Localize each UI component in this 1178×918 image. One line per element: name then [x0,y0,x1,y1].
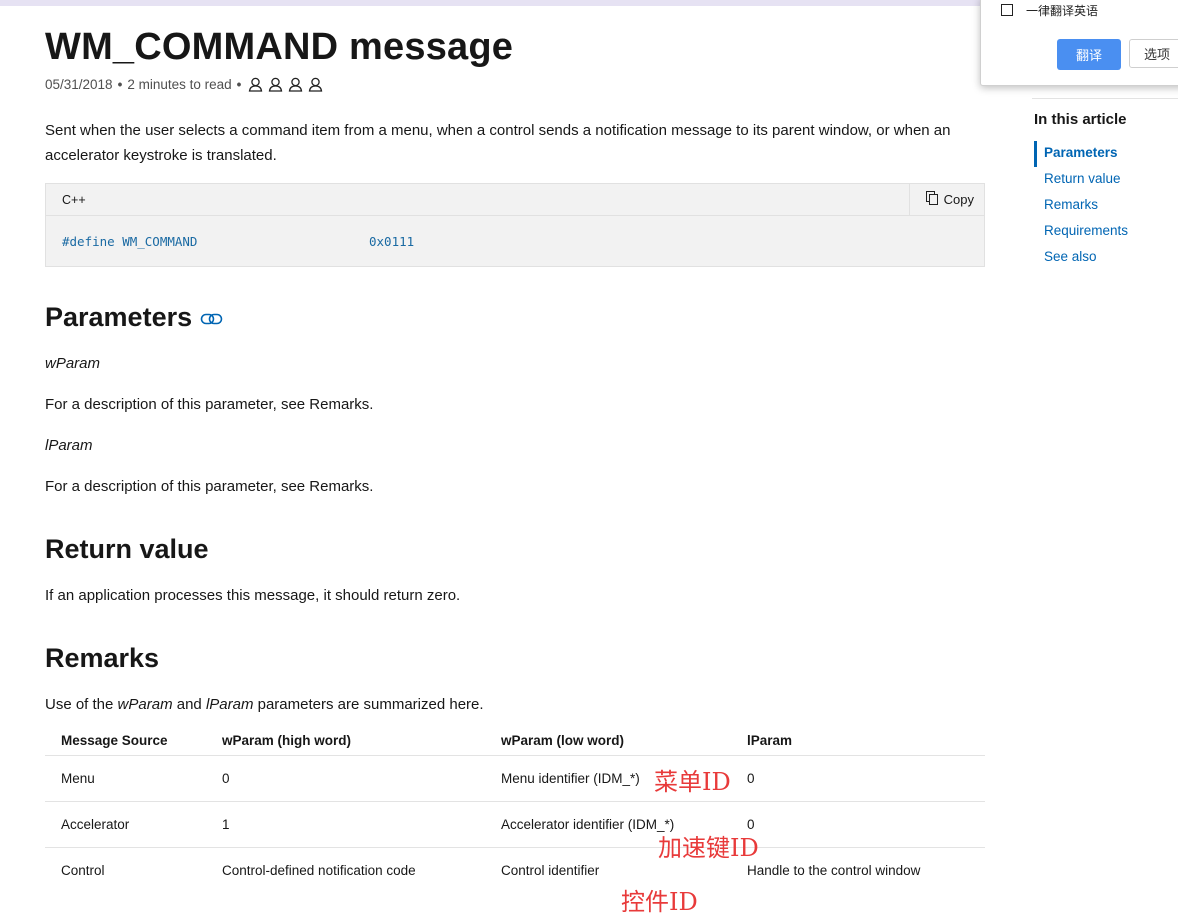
table-row: Menu 0 Menu identifier (IDM_*) 0 [45,755,985,802]
remarks-heading: Remarks [45,643,160,673]
toc-title: In this article [1034,111,1127,128]
code-language: C++ [62,192,86,207]
param-wparam-desc: For a description of this parameter, see… [45,396,374,413]
remarks-text-part: parameters are summarized here. [253,696,484,713]
options-button[interactable]: 选项 [1129,39,1178,68]
parameters-heading: Parameters [45,302,224,334]
contributors[interactable] [248,77,323,92]
always-translate-label[interactable]: 一律翻译英语 [1026,2,1098,19]
table-cell: 1 [206,801,485,848]
table-cell: 0 [731,755,985,802]
table-header-row: Message Source wParam (high word) wParam… [45,725,985,756]
table-cell: Control-defined notification code [206,847,485,893]
remarks-text-part: Use of the [45,696,118,713]
copy-button[interactable]: Copy [908,184,984,215]
copy-icon [925,191,939,208]
translate-popup: 一律翻译英语 翻译 选项 [980,0,1178,86]
table-cell: Handle to the control window [731,847,985,893]
person-outline-icon[interactable] [268,77,283,92]
meta-separator: • [236,77,242,92]
return-value-heading: Return value [45,534,209,564]
table-header-cell: wParam (low word) [501,732,625,748]
annotation-menu-id: 菜单ID [654,768,731,796]
translate-button[interactable]: 翻译 [1057,39,1121,70]
meta-separator: • [117,77,123,92]
table-cell: Menu [45,755,206,802]
table-header-cell: wParam (high word) [222,732,352,748]
code-block: C++ Copy #define WM_COMMAND 0x0111 [45,183,985,267]
table-cell: 0 [206,755,485,802]
table-row: Accelerator 1 Accelerator identifier (ID… [45,801,985,848]
copy-label: Copy [943,192,974,207]
annotation-control-id: 控件ID [621,888,698,916]
toc-item-return-value[interactable]: Return value [1034,167,1128,193]
table-cell: Accelerator [45,801,206,848]
param-lparam-desc: For a description of this parameter, see… [45,478,374,495]
remarks-text: Use of the wParam and lParam parameters … [45,696,484,713]
remarks-lparam: lParam [205,696,254,713]
read-time: 2 minutes to read [127,77,232,92]
parameters-heading-text: Parameters [45,302,193,332]
person-outline-icon[interactable] [308,77,323,92]
link-icon[interactable] [200,303,224,334]
param-wparam-name: wParam [45,355,100,372]
code-value: 0x0111 [369,234,415,249]
param-lparam-name-text: lParam [45,437,93,454]
toc-item-see-also[interactable]: See also [1034,245,1128,271]
remarks-text-part: and [172,696,206,713]
table-row: Control Control-defined notification cod… [45,847,985,893]
remarks-wparam: wParam [117,696,173,713]
return-value-text: If an application processes this message… [45,587,461,604]
annotation-accelerator-id: 加速键ID [658,834,759,862]
param-lparam-name: lParam [45,437,93,454]
param-wparam-name-text: wParam [45,355,101,372]
table-header-cell: lParam [747,732,793,748]
article-meta: 05/31/2018 • 2 minutes to read • [45,77,323,92]
article-date: 05/31/2018 [45,77,113,92]
toc-item-requirements[interactable]: Requirements [1034,219,1128,245]
table-cell: 0 [731,801,985,848]
toc-list: Parameters Return value Remarks Requirem… [1034,141,1128,271]
intro-paragraph: Sent when the user selects a command ite… [45,122,951,164]
toc-item-parameters[interactable]: Parameters [1034,141,1128,167]
table-header-cell: Message Source [61,732,168,748]
remarks-table: Message Source wParam (high word) wParam… [45,725,985,893]
table-cell: Control [45,847,206,893]
code-define: #define WM_COMMAND [62,234,198,249]
rail-divider [1032,98,1178,99]
person-outline-icon[interactable] [288,77,303,92]
checkbox-icon[interactable] [1001,4,1013,16]
code-body: #define WM_COMMAND 0x0111 [46,216,984,266]
person-outline-icon[interactable] [248,77,263,92]
code-header: C++ Copy [46,184,984,216]
toc-item-remarks[interactable]: Remarks [1034,193,1128,219]
page-title: WM_COMMAND message [45,26,514,68]
